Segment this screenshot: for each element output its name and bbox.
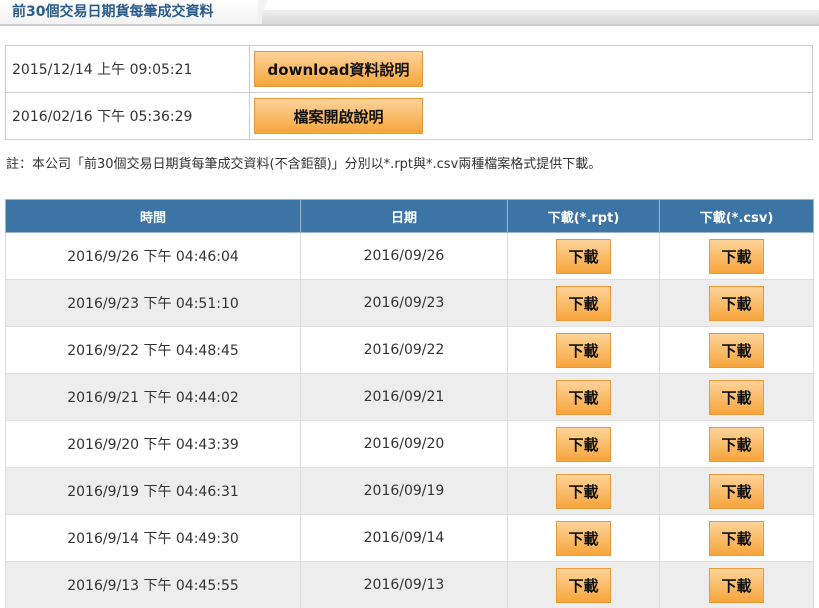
download-rpt-button[interactable]: 下載 [556, 426, 611, 462]
row-date: 2016/09/26 [300, 232, 508, 280]
download-rpt-button[interactable]: 下載 [556, 520, 611, 556]
title-decor-line [262, 10, 819, 24]
row-date: 2016/09/21 [300, 373, 508, 421]
download-csv-button[interactable]: 下載 [709, 285, 764, 321]
download-rpt-button[interactable]: 下載 [556, 332, 611, 368]
rpt-cell: 下載 [507, 279, 660, 327]
row-time: 2016/9/13 下午 04:45:55 [5, 561, 301, 608]
rpt-cell: 下載 [507, 514, 660, 562]
rpt-cell: 下載 [507, 232, 660, 280]
table-row: 2016/9/14 下午 04:49:30 2016/09/14 下載 下載 [5, 514, 814, 562]
row-time: 2016/9/21 下午 04:44:02 [5, 373, 301, 421]
rpt-cell: 下載 [507, 326, 660, 374]
download-rpt-button[interactable]: 下載 [556, 285, 611, 321]
download-csv-button[interactable]: 下載 [709, 567, 764, 603]
download-rpt-button[interactable]: 下載 [556, 567, 611, 603]
info-row: 2016/02/16 下午 05:36:29 檔案開啟說明 [5, 92, 813, 140]
row-date: 2016/09/13 [300, 561, 508, 608]
row-time: 2016/9/22 下午 04:48:45 [5, 326, 301, 374]
table-row: 2016/9/19 下午 04:46:31 2016/09/19 下載 下載 [5, 467, 814, 515]
info-row: 2015/12/14 上午 09:05:21 download資料說明 [5, 45, 813, 93]
row-date: 2016/09/19 [300, 467, 508, 515]
table-row: 2016/9/13 下午 04:45:55 2016/09/13 下載 下載 [5, 561, 814, 608]
download-csv-button[interactable]: 下載 [709, 473, 764, 509]
info-action-cell: download資料說明 [249, 45, 813, 93]
file-open-info-button[interactable]: 檔案開啟說明 [254, 98, 423, 134]
row-time: 2016/9/19 下午 04:46:31 [5, 467, 301, 515]
download-csv-button[interactable]: 下載 [709, 379, 764, 415]
download-info-button[interactable]: download資料說明 [254, 51, 423, 87]
download-rpt-button[interactable]: 下載 [556, 473, 611, 509]
title-bar: 前30個交易日期貨每筆成交資料 [0, 0, 819, 26]
download-csv-button[interactable]: 下載 [709, 238, 764, 274]
column-header-time: 時間 [5, 199, 301, 233]
csv-cell: 下載 [659, 279, 814, 327]
row-date: 2016/09/22 [300, 326, 508, 374]
table-header-row: 時間 日期 下載(*.rpt) 下載(*.csv) [5, 199, 814, 233]
row-time: 2016/9/26 下午 04:46:04 [5, 232, 301, 280]
info-timestamp: 2016/02/16 下午 05:36:29 [5, 92, 250, 140]
table-row: 2016/9/21 下午 04:44:02 2016/09/21 下載 下載 [5, 373, 814, 421]
rpt-cell: 下載 [507, 373, 660, 421]
table-row: 2016/9/22 下午 04:48:45 2016/09/22 下載 下載 [5, 326, 814, 374]
download-table: 時間 日期 下載(*.rpt) 下載(*.csv) 2016/9/26 下午 0… [5, 199, 814, 608]
title-tab-slant [258, 0, 268, 24]
column-header-rpt: 下載(*.rpt) [507, 199, 660, 233]
csv-cell: 下載 [659, 514, 814, 562]
csv-cell: 下載 [659, 373, 814, 421]
download-csv-button[interactable]: 下載 [709, 520, 764, 556]
row-date: 2016/09/20 [300, 420, 508, 468]
row-time: 2016/9/20 下午 04:43:39 [5, 420, 301, 468]
csv-cell: 下載 [659, 420, 814, 468]
table-row: 2016/9/20 下午 04:43:39 2016/09/20 下載 下載 [5, 420, 814, 468]
table-row: 2016/9/23 下午 04:51:10 2016/09/23 下載 下載 [5, 279, 814, 327]
note-text: 註：本公司「前30個交易日期貨每筆成交資料(不含鉅額)」分別以*.rpt與*.c… [6, 157, 602, 172]
title-underline [0, 24, 819, 26]
download-rpt-button[interactable]: 下載 [556, 379, 611, 415]
row-time: 2016/9/14 下午 04:49:30 [5, 514, 301, 562]
rpt-cell: 下載 [507, 420, 660, 468]
info-box: 2015/12/14 上午 09:05:21 download資料說明 2016… [5, 45, 813, 140]
download-rpt-button[interactable]: 下載 [556, 238, 611, 274]
download-csv-button[interactable]: 下載 [709, 332, 764, 368]
table-row: 2016/9/26 下午 04:46:04 2016/09/26 下載 下載 [5, 232, 814, 280]
rpt-cell: 下載 [507, 467, 660, 515]
csv-cell: 下載 [659, 467, 814, 515]
csv-cell: 下載 [659, 326, 814, 374]
column-header-csv: 下載(*.csv) [659, 199, 814, 233]
rpt-cell: 下載 [507, 561, 660, 608]
info-timestamp: 2015/12/14 上午 09:05:21 [5, 45, 250, 93]
row-time: 2016/9/23 下午 04:51:10 [5, 279, 301, 327]
csv-cell: 下載 [659, 232, 814, 280]
row-date: 2016/09/23 [300, 279, 508, 327]
column-header-date: 日期 [300, 199, 508, 233]
row-date: 2016/09/14 [300, 514, 508, 562]
download-csv-button[interactable]: 下載 [709, 426, 764, 462]
info-action-cell: 檔案開啟說明 [249, 92, 813, 140]
csv-cell: 下載 [659, 561, 814, 608]
page-title: 前30個交易日期貨每筆成交資料 [0, 0, 262, 24]
